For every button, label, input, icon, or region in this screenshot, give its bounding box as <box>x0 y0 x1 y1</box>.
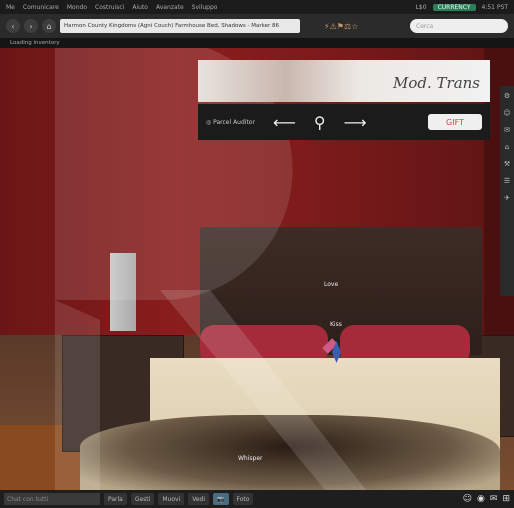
camera-icon[interactable]: 📷 <box>213 493 229 505</box>
balance: L$0 <box>415 3 427 11</box>
home-button[interactable]: ⌂ <box>42 19 56 33</box>
snapshot-button[interactable]: Foto <box>232 493 254 505</box>
forward-button[interactable]: › <box>24 19 38 33</box>
location-address-field[interactable]: Harmon County Kingdoms (Agni Couch) Farm… <box>60 19 300 33</box>
chat-bubble-icon[interactable]: ✉ <box>490 494 498 504</box>
avatar-icon[interactable]: ☺ <box>463 494 472 504</box>
back-button[interactable]: ‹ <box>6 19 20 33</box>
menu-item-world[interactable]: Mondo <box>67 4 87 11</box>
menu-item-build[interactable]: Costruisci <box>95 4 124 11</box>
menu-item-me[interactable]: Me <box>6 4 15 11</box>
hud-banner: Mod. Trans <box>198 60 490 102</box>
gestures-button[interactable]: Gesti <box>130 493 155 505</box>
status-line: Loading inventory <box>0 38 514 48</box>
places-icon[interactable]: ⌂ <box>505 143 509 151</box>
menubar-status: L$0 CURRENCY 4:51 PST <box>415 3 508 11</box>
search-input[interactable]: Cerca <box>410 19 508 33</box>
lamp[interactable] <box>110 253 136 331</box>
menu-item-develop[interactable]: Sviluppo <box>192 4 218 11</box>
pose-label-top: Love <box>324 281 339 288</box>
pose-label-bottom: Whisper <box>238 455 263 462</box>
teleport-icon[interactable]: ✈ <box>504 194 510 202</box>
view-button[interactable]: Vedi <box>188 493 210 505</box>
messages-icon[interactable]: ✉ <box>504 126 510 134</box>
speak-button[interactable]: Parla <box>104 493 127 505</box>
hud-controls: ◎ Parcel Auditor ⟵ ⚲ ⟶ GIFT <box>198 104 490 140</box>
gift-button[interactable]: GIFT <box>428 114 482 130</box>
menu-item-help[interactable]: Aiuto <box>132 4 148 11</box>
next-arrow-icon[interactable]: ⟶ <box>344 113 367 132</box>
menu-item-advanced[interactable]: Avanzate <box>156 4 184 11</box>
hud-title: Mod. Trans <box>392 74 480 92</box>
navigation-bar: ‹ › ⌂ Harmon County Kingdoms (Agni Couch… <box>0 14 514 38</box>
currency-button[interactable]: CURRENCY <box>432 3 476 11</box>
prev-arrow-icon[interactable]: ⟵ <box>273 113 296 132</box>
parcel-property-icons[interactable]: ⚡⚠⚑⚖☆ <box>324 22 358 31</box>
bottom-right-icons: ☺ ◉ ✉ ⊞ <box>463 494 510 504</box>
product-hud: Mod. Trans ◎ Parcel Auditor ⟵ ⚲ ⟶ GIFT <box>198 60 490 142</box>
pose-label-mid: Kiss <box>330 321 342 328</box>
people-icon[interactable]: ☺ <box>503 109 510 117</box>
menubar: Me Comunicare Mondo Costruisci Aiuto Ava… <box>0 0 514 14</box>
bed-blanket[interactable] <box>80 415 500 490</box>
inventory-icon[interactable]: ☰ <box>504 177 510 185</box>
bottom-toolbar: Chat con tutti Parla Gesti Muovi Vedi 📷 … <box>0 490 514 508</box>
move-button[interactable]: Muovi <box>158 493 185 505</box>
zoom-icon[interactable]: ⚲ <box>314 113 326 132</box>
chat-input[interactable]: Chat con tutti <box>4 493 100 505</box>
hud-logo: ◎ Parcel Auditor <box>206 118 255 126</box>
menu-item-communicate[interactable]: Comunicare <box>23 4 59 11</box>
clock: 4:51 PST <box>481 3 508 11</box>
grid-icon[interactable]: ⊞ <box>502 494 510 504</box>
settings-icon[interactable]: ⚙ <box>504 92 510 100</box>
right-sidebar: ⚙ ☺ ✉ ⌂ ⚒ ☰ ✈ <box>500 86 514 296</box>
build-icon[interactable]: ⚒ <box>504 160 510 168</box>
voice-icon[interactable]: ◉ <box>477 494 485 504</box>
